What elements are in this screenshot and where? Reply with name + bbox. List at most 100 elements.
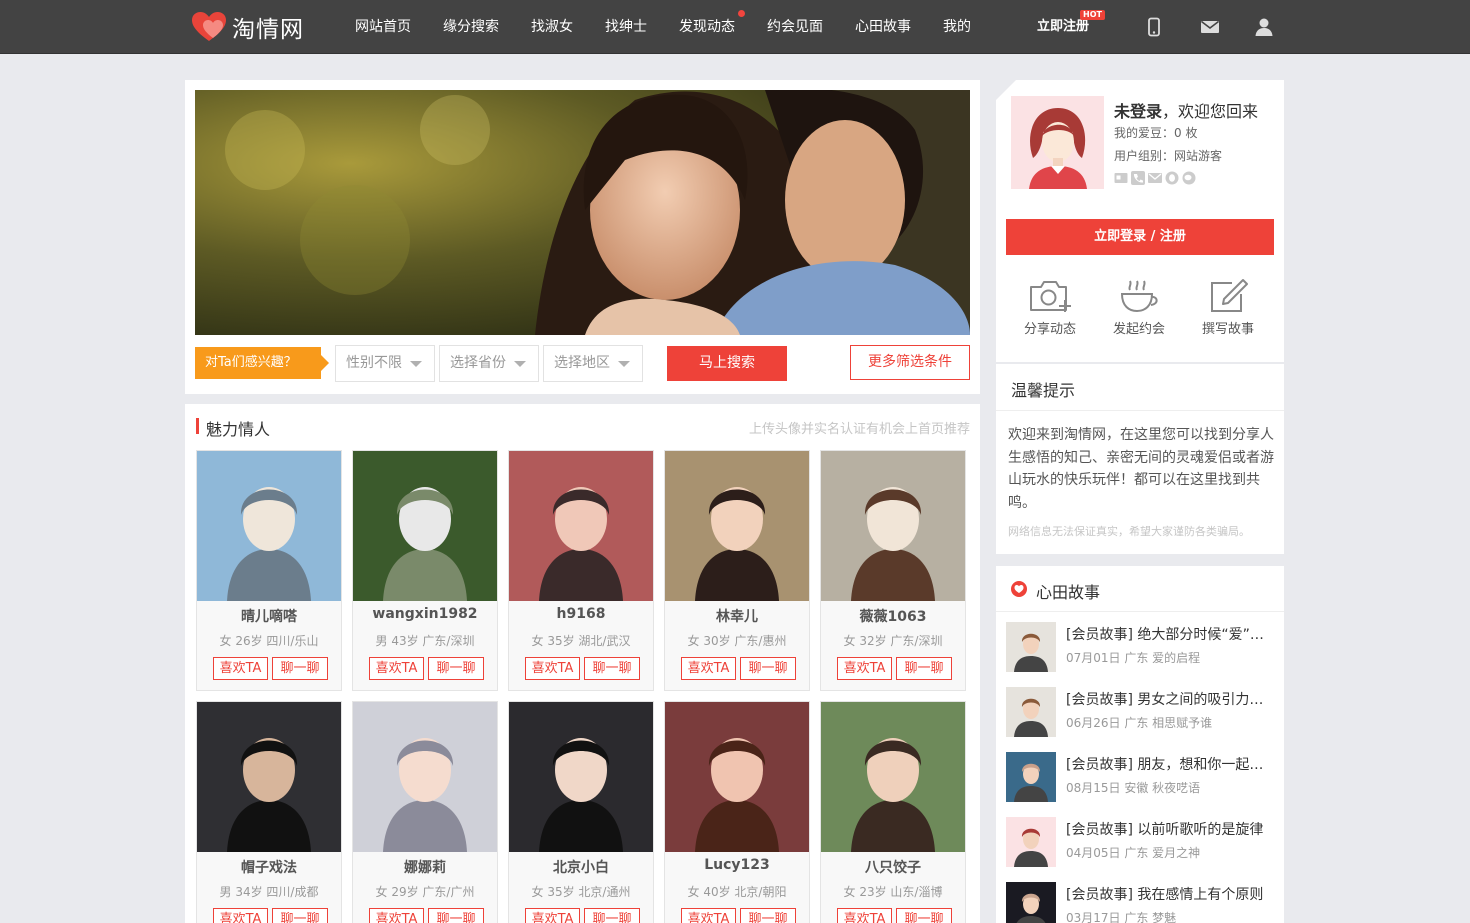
story-thumbnail[interactable] <box>1006 752 1056 802</box>
chat-button[interactable]: 聊一聊 <box>272 657 328 680</box>
nav-find-gentlemen[interactable]: 找绅士 <box>589 0 663 54</box>
story-item[interactable]: [会员故事] 以前听歌听的是旋律 04月05日 广东 爱月之神 <box>1006 817 1276 867</box>
member-card[interactable]: 八只饺子 女 23岁 山东/淄博 喜欢TA 聊一聊 <box>820 701 966 923</box>
story-title[interactable]: [会员故事] 我在感情上有个原则 <box>1066 884 1276 904</box>
member-card[interactable]: 娜娜莉 女 29岁 广东/广州 喜欢TA 聊一聊 <box>352 701 498 923</box>
member-photo[interactable] <box>197 702 341 852</box>
story-item[interactable]: [会员故事] 男女之间的吸引力很… 06月26日 广东 相思赋予谁 <box>1006 687 1276 737</box>
chat-button[interactable]: 聊一聊 <box>896 657 952 680</box>
gender-select[interactable]: 性别不限 <box>335 345 435 382</box>
id-card-icon[interactable] <box>1114 171 1128 185</box>
banner-image[interactable] <box>195 90 970 335</box>
like-button[interactable]: 喜欢TA <box>525 908 580 923</box>
like-button[interactable]: 喜欢TA <box>837 908 892 923</box>
chat-button[interactable]: 聊一聊 <box>584 908 640 923</box>
chat-button[interactable]: 聊一聊 <box>428 908 484 923</box>
story-item[interactable]: [会员故事] 朋友，想和你一起去… 08月15日 安徽 秋夜呓语 <box>1006 752 1276 802</box>
member-card[interactable]: h9168 女 35岁 湖北/武汉 喜欢TA 聊一聊 <box>508 450 654 691</box>
member-name[interactable]: 薇薇1063 <box>821 606 965 626</box>
login-register-button[interactable]: 立即登录 / 注册 <box>1006 219 1274 255</box>
like-button[interactable]: 喜欢TA <box>369 908 424 923</box>
story-title[interactable]: [会员故事] 绝大部分时候“爱”是… <box>1066 624 1276 644</box>
like-button[interactable]: 喜欢TA <box>525 657 580 680</box>
like-button[interactable]: 喜欢TA <box>213 908 268 923</box>
member-name[interactable]: Lucy123 <box>665 857 809 873</box>
chevron-down-icon <box>410 361 422 367</box>
like-button[interactable]: 喜欢TA <box>681 908 736 923</box>
member-name[interactable]: 八只饺子 <box>821 857 965 877</box>
mobile-icon[interactable] <box>1144 17 1164 37</box>
member-name[interactable]: 林幸儿 <box>665 606 809 626</box>
story-thumbnail[interactable] <box>1006 882 1056 923</box>
story-item[interactable]: [会员故事] 绝大部分时候“爱”是… 07月01日 广东 爱的启程 <box>1006 622 1276 672</box>
chat-button[interactable]: 聊一聊 <box>272 908 328 923</box>
member-card[interactable]: 晴儿嘀嗒 女 26岁 四川/乐山 喜欢TA 聊一聊 <box>196 450 342 691</box>
story-thumbnail[interactable] <box>1006 817 1056 867</box>
register-link[interactable]: 立即注册 <box>1037 0 1089 54</box>
phone-icon[interactable] <box>1131 171 1145 185</box>
member-photo[interactable] <box>821 451 965 601</box>
member-card[interactable]: 北京小白 女 35岁 北京/通州 喜欢TA 聊一聊 <box>508 701 654 923</box>
region-select[interactable]: 选择地区 <box>543 345 643 382</box>
chevron-down-icon <box>514 361 526 367</box>
member-name[interactable]: wangxin1982 <box>353 606 497 622</box>
tips-text: 欢迎来到淘情网，在这里您可以找到分享人生感悟的知己、亲密无间的灵魂爱侣或者游山玩… <box>1008 427 1274 511</box>
member-name[interactable]: h9168 <box>509 606 653 622</box>
member-photo[interactable] <box>353 702 497 852</box>
nav-mine[interactable]: 我的 <box>927 0 987 54</box>
like-button[interactable]: 喜欢TA <box>213 657 268 680</box>
qq-icon[interactable] <box>1165 171 1179 185</box>
member-photo[interactable] <box>665 702 809 852</box>
logo-text: 淘情网 <box>232 17 304 43</box>
member-photo[interactable] <box>509 451 653 601</box>
nav-stories[interactable]: 心田故事 <box>839 0 927 54</box>
member-photo[interactable] <box>665 451 809 601</box>
story-title[interactable]: [会员故事] 朋友，想和你一起去… <box>1066 754 1276 774</box>
member-photo[interactable] <box>509 702 653 852</box>
story-title[interactable]: [会员故事] 男女之间的吸引力很… <box>1066 689 1276 709</box>
nav-home[interactable]: 网站首页 <box>339 0 427 54</box>
site-logo[interactable]: 淘情网 <box>191 11 304 43</box>
email-icon[interactable] <box>1148 171 1162 185</box>
like-button[interactable]: 喜欢TA <box>681 657 736 680</box>
more-filters-button[interactable]: 更多筛选条件 <box>850 345 970 380</box>
member-name[interactable]: 晴儿嘀嗒 <box>197 606 341 626</box>
chat-button[interactable]: 聊一聊 <box>896 908 952 923</box>
chat-button[interactable]: 聊一聊 <box>740 657 796 680</box>
story-title[interactable]: [会员故事] 以前听歌听的是旋律 <box>1066 819 1276 839</box>
member-card[interactable]: Lucy123 女 40岁 北京/朝阳 喜欢TA 聊一聊 <box>664 701 810 923</box>
nav-search[interactable]: 缘分搜索 <box>427 0 515 54</box>
member-card[interactable]: 薇薇1063 女 32岁 广东/深圳 喜欢TA 聊一聊 <box>820 450 966 691</box>
member-photo[interactable] <box>353 451 497 601</box>
nav-dating[interactable]: 约会见面 <box>751 0 839 54</box>
chat-button[interactable]: 聊一聊 <box>428 657 484 680</box>
story-thumbnail[interactable] <box>1006 687 1056 737</box>
share-moment-action[interactable]: 分享动态 <box>1015 278 1085 337</box>
nav-discover[interactable]: 发现动态 <box>663 0 751 54</box>
story-item[interactable]: [会员故事] 我在感情上有个原则 03月17日 广东 梦魅 <box>1006 882 1276 923</box>
member-name[interactable]: 娜娜莉 <box>353 857 497 877</box>
story-thumbnail[interactable] <box>1006 622 1056 672</box>
user-icon[interactable] <box>1254 17 1274 37</box>
member-photo[interactable] <box>197 451 341 601</box>
like-button[interactable]: 喜欢TA <box>369 657 424 680</box>
member-photo[interactable] <box>821 702 965 852</box>
member-name[interactable]: 北京小白 <box>509 857 653 877</box>
province-select-value: 选择省份 <box>450 355 506 371</box>
chat-button[interactable]: 聊一聊 <box>584 657 640 680</box>
nav-find-ladies[interactable]: 找淑女 <box>515 0 589 54</box>
avatar[interactable] <box>1011 96 1104 189</box>
wechat-icon[interactable] <box>1182 171 1196 185</box>
mail-icon[interactable] <box>1200 17 1220 37</box>
write-story-action[interactable]: 撰写故事 <box>1193 278 1263 337</box>
search-button[interactable]: 马上搜索 <box>667 346 787 381</box>
member-card[interactable]: 林幸儿 女 30岁 广东/惠州 喜欢TA 聊一聊 <box>664 450 810 691</box>
member-info: 女 29岁 广东/广州 <box>375 885 475 899</box>
member-card[interactable]: 帽子戏法 男 34岁 四川/成都 喜欢TA 聊一聊 <box>196 701 342 923</box>
member-name[interactable]: 帽子戏法 <box>197 857 341 877</box>
chat-button[interactable]: 聊一聊 <box>740 908 796 923</box>
member-card[interactable]: wangxin1982 男 43岁 广东/深圳 喜欢TA 聊一聊 <box>352 450 498 691</box>
start-date-action[interactable]: 发起约会 <box>1104 278 1174 337</box>
like-button[interactable]: 喜欢TA <box>837 657 892 680</box>
province-select[interactable]: 选择省份 <box>439 345 539 382</box>
